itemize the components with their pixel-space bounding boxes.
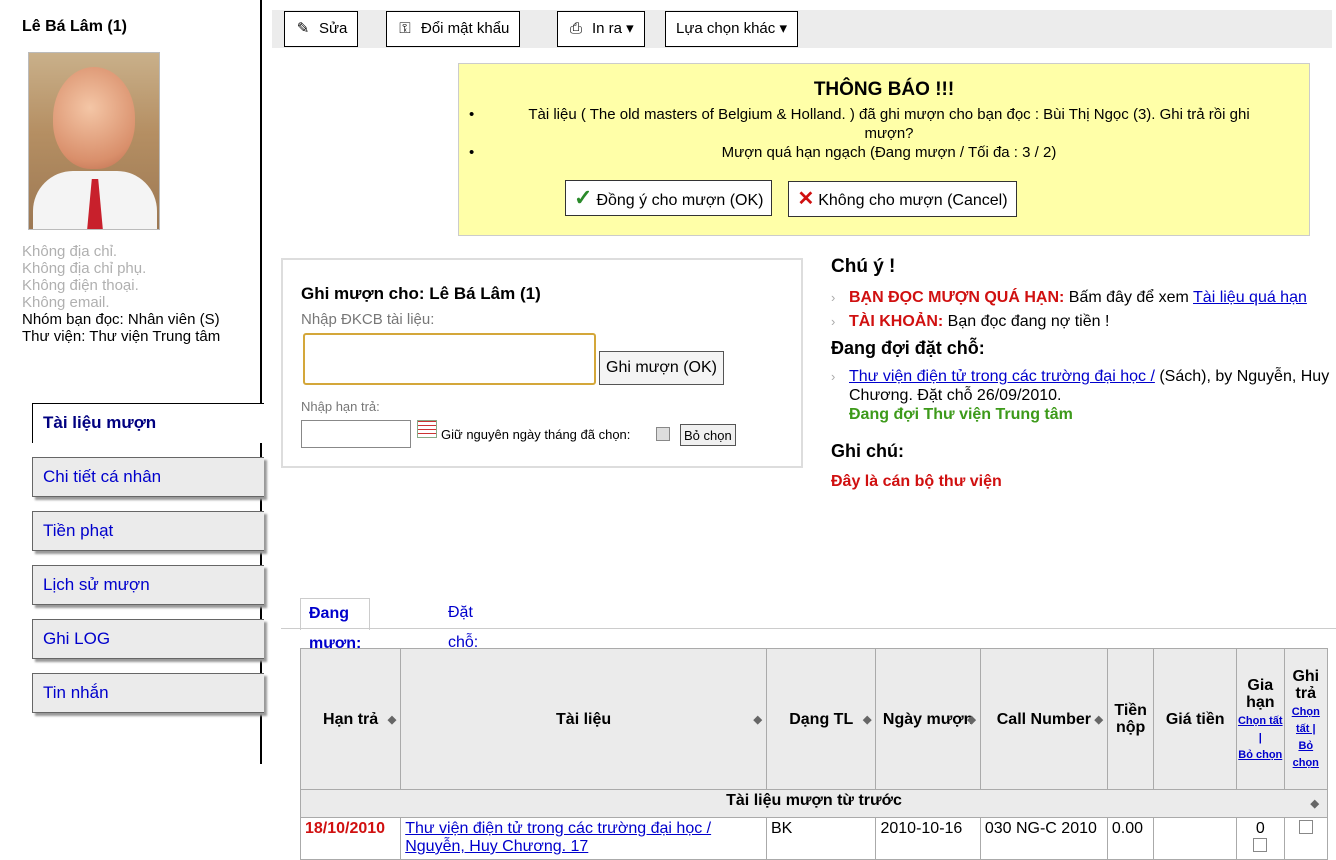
row-return	[1283, 817, 1329, 860]
key-icon: ⚿	[399, 20, 411, 37]
printer-icon: ⎙	[569, 20, 582, 37]
return-checkbox[interactable]	[1298, 820, 1313, 834]
overdue-notice: › BẠN ĐỌC MƯỢN QUÁ HẠN: Bấm đây để xem Tà…	[831, 289, 1307, 306]
row-call: 030 NG-C 2010	[979, 817, 1108, 860]
overdue-link[interactable]: Tài liệu quá hạn	[1193, 289, 1307, 306]
patron-email: Không email.	[22, 294, 110, 311]
table-row: 18/10/2010 Thư viện điện tử trong các tr…	[299, 817, 1329, 860]
keep-date-checkbox[interactable]	[656, 427, 670, 441]
tab-holds[interactable]: Đặt chỗ: 1	[440, 598, 486, 681]
col-type[interactable]: Dạng TL ◆	[765, 648, 877, 790]
x-icon: ✕	[797, 188, 815, 210]
clear-date-button[interactable]: Bỏ chọn	[680, 424, 736, 446]
hold-title-link[interactable]: Thư viện điện tử trong các trường đại họ…	[849, 368, 1155, 385]
nav-fines[interactable]: Tiền phạt	[32, 511, 264, 551]
edit-icon: ✎	[296, 20, 310, 37]
barcode-hint: Nhập ĐKCB tài liệu:	[301, 311, 435, 328]
hold-status: Đang đợi Thư viện Trung tâm	[849, 406, 1073, 423]
due-date-input[interactable]	[301, 420, 411, 448]
col-title[interactable]: Tài liệu ◆	[400, 648, 767, 790]
nav-loans[interactable]: Tài liệu mượn	[32, 403, 264, 443]
patron-address2: Không địa chỉ phụ.	[22, 260, 147, 277]
patron-phone: Không điện thoại.	[22, 277, 139, 294]
loans-table: Hạn trả ◆ Tài liệu ◆ Dạng TL ◆ Ngày mượn ◆ C…	[299, 648, 1329, 860]
notice-item: Tài liệu ( The old masters of Belgium & …	[469, 105, 1269, 143]
cancel-loan-button[interactable]: ✕ Không cho mượn (Cancel)	[788, 181, 1017, 217]
row-price	[1153, 817, 1238, 860]
note-text: Đây là cán bộ thư viện	[831, 473, 1002, 490]
barcode-input[interactable]	[303, 333, 596, 385]
other-options-button[interactable]: Lựa chọn khác ▾	[665, 11, 798, 47]
patron-library: Thư viện: Thư viện Trung tâm	[22, 328, 221, 345]
nav-messages[interactable]: Tin nhắn	[32, 673, 264, 713]
note-heading: Ghi chú:	[831, 441, 904, 461]
notes-heading: Chú ý !	[831, 256, 896, 277]
toolbar: ✎ Sửa ⚿ Đổi mật khẩu ⎙ In ra ▾ Lựa chọn khá…	[272, 10, 1332, 48]
due-date-hint: Nhập hạn trả:	[301, 399, 380, 414]
hold-item: › Thư viện điện tử trong các trường đại h…	[831, 368, 1330, 423]
col-return: Ghi trả Chọn tất | Bỏ chọn	[1283, 648, 1329, 790]
renew-select-all[interactable]: Chọn tất |	[1238, 715, 1283, 744]
patron-nav: Tài liệu mượn Chi tiết cá nhân Tiền phạt…	[32, 403, 264, 727]
calendar-icon[interactable]	[417, 420, 437, 438]
row-type: BK	[765, 817, 877, 860]
notice-title: THÔNG BÁO !!!	[813, 79, 955, 100]
nav-personal-details[interactable]: Chi tiết cá nhân	[32, 457, 264, 497]
loan-form: Ghi mượn cho: Lê Bá Lâm (1) Nhập ĐKCB tà…	[281, 258, 803, 468]
patron-photo	[28, 52, 160, 230]
patron-info: Không địa chỉ. Không địa chỉ phụ. Không …	[22, 243, 220, 345]
return-deselect[interactable]: Bỏ chọn	[1293, 740, 1319, 769]
col-due[interactable]: Hạn trả ◆	[299, 648, 402, 790]
col-loan-date[interactable]: Ngày mượn ◆	[875, 648, 981, 790]
notes-panel: Chú ý ! › BẠN ĐỌC MƯỢN QUÁ HẠN: Bấm đây đ…	[831, 256, 1331, 491]
col-renew: Gia hạn Chọn tất | Bỏ chọn	[1236, 648, 1285, 790]
hold-heading: Đang đợi đặt chỗ:	[831, 338, 985, 358]
nav-loan-history[interactable]: Lịch sử mượn	[32, 565, 264, 605]
change-password-button[interactable]: ⚿ Đổi mật khẩu	[386, 11, 521, 47]
renew-checkbox[interactable]	[1253, 838, 1268, 852]
print-button[interactable]: ⎙ In ra ▾	[557, 11, 645, 47]
confirm-loan-button[interactable]: ✓ Đồng ý cho mượn (OK)	[565, 180, 773, 216]
notice-box: THÔNG BÁO !!! Tài liệu ( The old masters…	[458, 63, 1310, 236]
keep-date-label: Giữ nguyên ngày tháng đã chọn:	[441, 427, 631, 442]
edit-button[interactable]: ✎ Sửa	[284, 11, 359, 47]
row-renew: 0	[1236, 817, 1285, 860]
row-due: 18/10/2010	[299, 817, 402, 860]
patron-group: Nhóm bạn đọc: Nhân viên (S)	[22, 311, 220, 328]
account-notice: › TÀI KHOẢN: Bạn đọc đang nợ tiền !	[831, 313, 1110, 330]
checkmark-icon: ✓	[574, 185, 593, 210]
row-title: Thư viện điện tử trong các trường đại họ…	[400, 817, 767, 860]
col-paid: Tiền nộp	[1106, 648, 1155, 790]
return-select-all[interactable]: Chọn tất |	[1292, 706, 1320, 735]
loan-form-title: Ghi mượn cho: Lê Bá Lâm (1)	[301, 284, 541, 303]
patron-name: Lê Bá Lâm (1)	[22, 18, 127, 35]
tab-current-loans[interactable]: Đang mượn: 3	[300, 598, 371, 682]
nav-log[interactable]: Ghi LOG	[32, 619, 264, 659]
row-date: 2010-10-16	[875, 817, 981, 860]
group-row: Tài liệu mượn từ trước ◆	[300, 789, 1328, 818]
patron-address: Không địa chỉ.	[22, 243, 118, 260]
patron-sidebar: Lê Bá Lâm (1) Không địa chỉ. Không địa c…	[0, 0, 264, 764]
col-price: Giá tiền	[1153, 648, 1238, 790]
row-paid: 0.00	[1106, 817, 1155, 860]
row-title-link[interactable]: Thư viện điện tử trong các trường đại họ…	[405, 820, 711, 855]
col-call-number[interactable]: Call Number ◆	[979, 648, 1108, 790]
loan-submit-button[interactable]: Ghi mượn (OK)	[599, 351, 724, 385]
notice-item: Mượn quá hạn ngạch (Đang mượn / Tối đa :…	[469, 143, 1269, 162]
renew-deselect[interactable]: Bỏ chọn	[1238, 749, 1282, 761]
